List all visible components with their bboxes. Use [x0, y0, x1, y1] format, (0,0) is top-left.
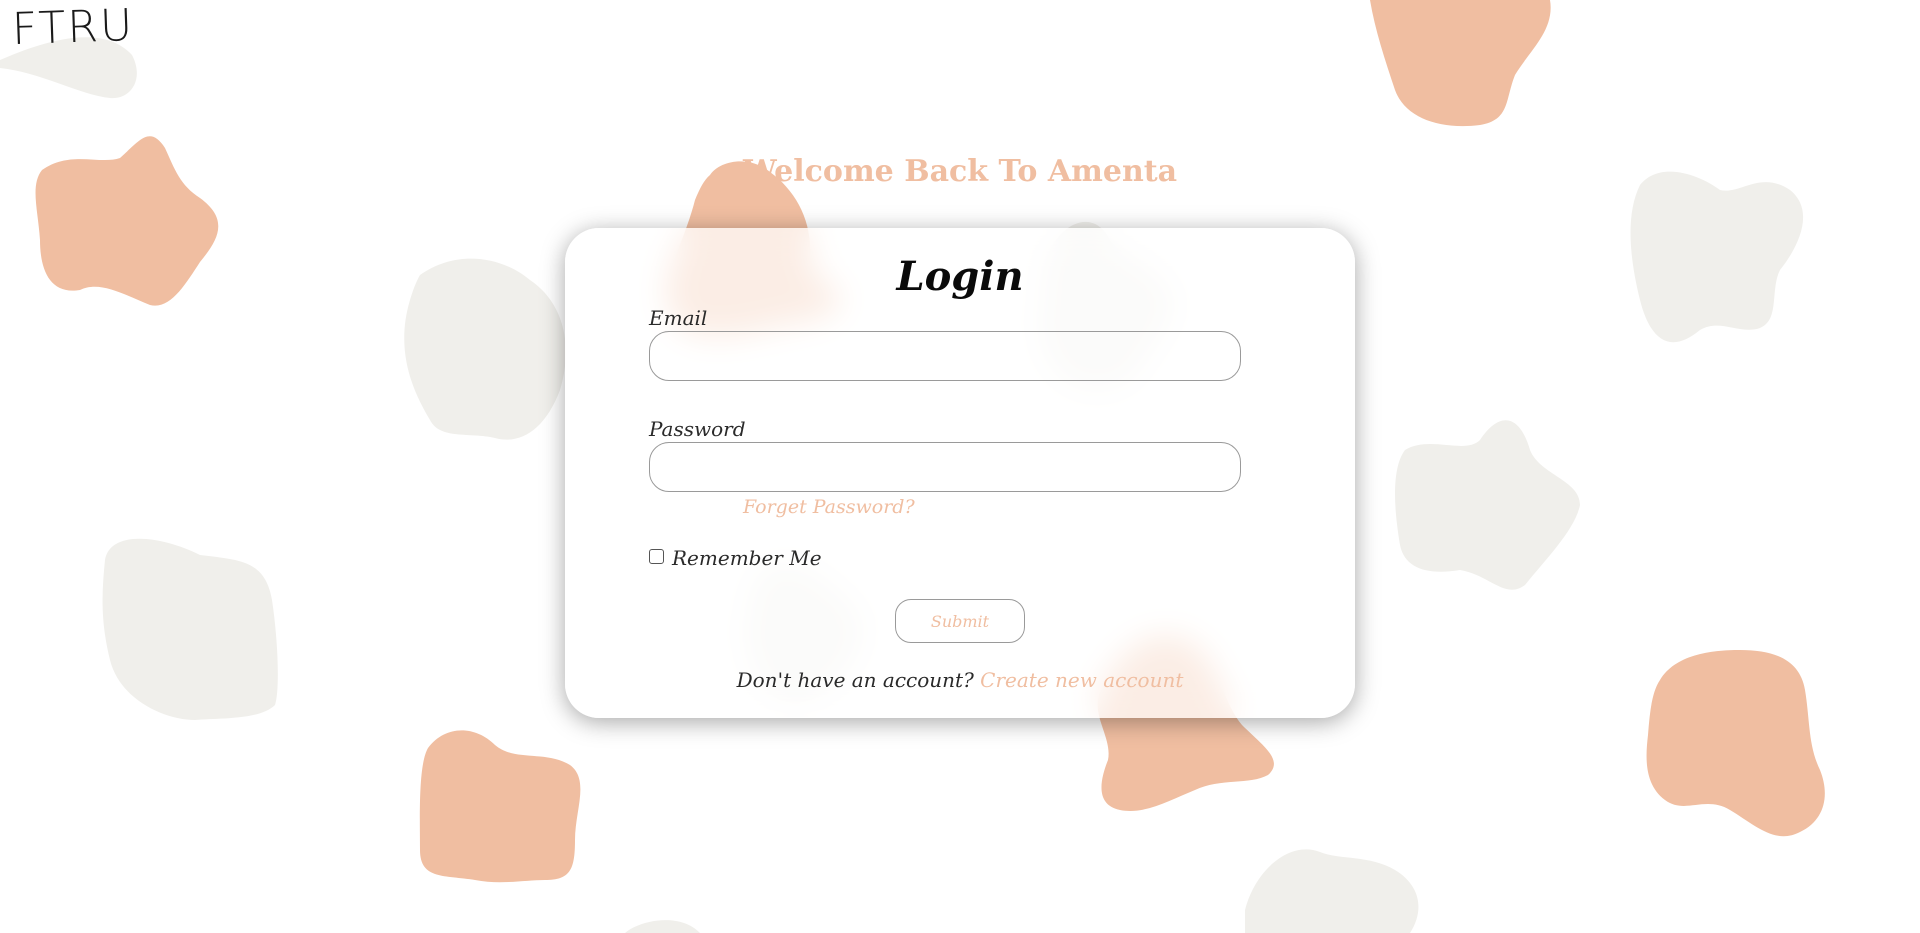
- blob-shape: [1395, 420, 1580, 590]
- remember-me-row: Remember Me: [649, 546, 822, 570]
- blob-shape: [1370, 0, 1551, 127]
- brand-logo: FTRU: [11, 0, 136, 56]
- blob-shape: [1245, 849, 1419, 933]
- signup-prompt: Don't have an account?: [736, 668, 981, 692]
- create-account-link[interactable]: Create new account: [980, 668, 1183, 692]
- blob-shape: [419, 730, 581, 883]
- blob-shape: [102, 538, 278, 720]
- password-field[interactable]: [649, 442, 1241, 492]
- signup-row: Don't have an account? Create new accoun…: [565, 668, 1355, 692]
- blob-shape: [1630, 171, 1804, 343]
- email-label: Email: [649, 306, 708, 330]
- login-page: FTRU Welcome Back To Amenta Login Email …: [0, 0, 1920, 933]
- submit-button[interactable]: Submit: [895, 599, 1025, 643]
- email-field[interactable]: [649, 331, 1241, 381]
- remember-me-label: Remember Me: [672, 546, 822, 570]
- blob-shape: [1646, 650, 1825, 837]
- remember-me-checkbox[interactable]: [649, 548, 664, 564]
- blob-shape: [404, 258, 566, 440]
- password-label: Password: [649, 417, 746, 441]
- login-card: Login Email Password Forget Password? Re…: [565, 228, 1355, 718]
- login-title: Login: [896, 253, 1024, 300]
- forgot-password-link[interactable]: Forget Password?: [743, 496, 915, 518]
- welcome-heading: Welcome Back To Amenta: [742, 154, 1178, 189]
- blob-shape: [625, 920, 700, 933]
